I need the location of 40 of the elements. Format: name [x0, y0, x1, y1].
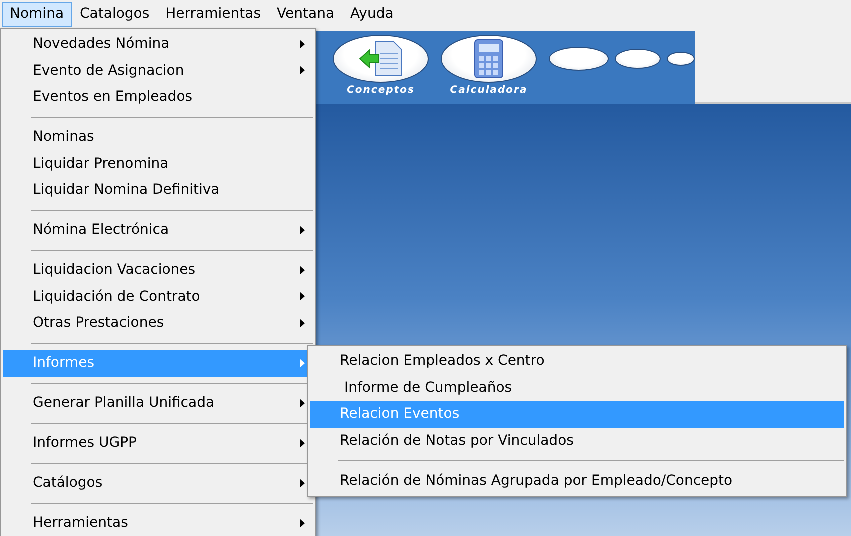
- calculator-icon: [474, 39, 504, 79]
- oval-shape: [667, 52, 695, 66]
- menu-item[interactable]: Liquidación de Contrato: [3, 284, 313, 310]
- submenu-arrow-icon: [300, 66, 305, 76]
- submenu-arrow-icon: [300, 398, 305, 408]
- document-arrow-icon: [358, 40, 404, 78]
- menu-item[interactable]: Catálogos: [3, 470, 313, 496]
- submenu-arrow-icon: [300, 358, 305, 368]
- oval-shape: [615, 49, 661, 69]
- menu-item[interactable]: Nómina Electrónica: [3, 217, 313, 244]
- menu-item[interactable]: Novedades Nómina: [3, 31, 313, 58]
- submenu-arrow-icon: [300, 266, 305, 275]
- menu-item[interactable]: Herramientas: [3, 510, 313, 536]
- menu-item[interactable]: Otras Prestaciones: [3, 310, 313, 336]
- menu-item[interactable]: Generar Planilla Unificada: [3, 390, 313, 416]
- menu-bar-item[interactable]: Catalogos: [72, 2, 158, 26]
- menu-bar-item[interactable]: Ventana: [269, 2, 343, 26]
- submenu-arrow-icon: [300, 40, 305, 49]
- submenu-arrow-icon: [300, 518, 305, 528]
- submenu-arrow-icon: [300, 438, 305, 448]
- toolbar-label: Calculadora: [450, 85, 528, 96]
- submenu-arrow-icon: [300, 226, 305, 235]
- menu-item[interactable]: Eventos en Empleados: [3, 84, 313, 110]
- toolbar-label: Conceptos: [347, 85, 415, 96]
- submenu-arrow-icon: [300, 318, 305, 328]
- menu-item[interactable]: Relación de Nóminas Agrupada por Empleado/Concepto: [310, 468, 844, 494]
- menu-item[interactable]: Informes UGPP: [3, 430, 313, 456]
- menu-item[interactable]: Evento de Asignacion: [3, 58, 313, 84]
- menu-bar-item[interactable]: Herramientas: [158, 2, 270, 26]
- submenu-arrow-icon: [300, 292, 305, 302]
- menu-bar-item[interactable]: Nomina: [2, 2, 72, 26]
- menu-item[interactable]: Nominas: [3, 124, 313, 150]
- menu-item[interactable]: Liquidar Prenomina: [3, 150, 313, 177]
- menu-item[interactable]: Liquidacion Vacaciones: [3, 257, 313, 284]
- menu-item[interactable]: Liquidar Nomina Definitiva: [3, 177, 313, 204]
- menu-item[interactable]: Relación de Notas por Vinculados: [310, 428, 844, 454]
- menu-item[interactable]: Relacion Empleados x Centro: [310, 348, 844, 374]
- menu-item[interactable]: Informe de Cumpleaños: [310, 374, 844, 401]
- menu-bar-item[interactable]: Ayuda: [342, 2, 402, 26]
- submenu-arrow-icon: [300, 478, 305, 488]
